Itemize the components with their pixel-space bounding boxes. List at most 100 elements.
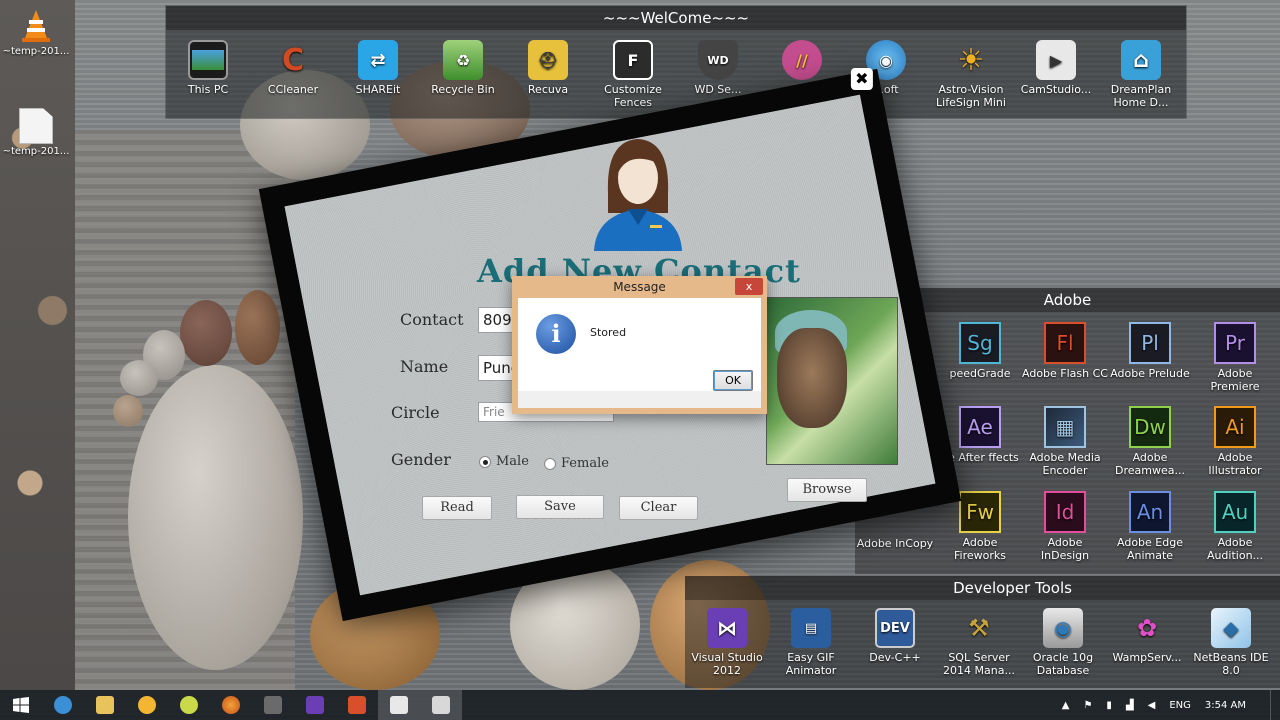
taskbar-explorer[interactable] [84,690,126,720]
tray-overflow-button[interactable]: ▲ [1062,700,1070,711]
desktop-icon-camstudio[interactable]: ▶ CamStudio... [1016,40,1096,96]
taskbar-app-6[interactable] [252,690,294,720]
fence-title[interactable]: Developer Tools [685,576,1280,600]
desktop-icon-recuva[interactable]: ⛑ Recuva [508,40,588,96]
fence-welcome[interactable]: ~~~WelCome~~~ This PC C CCleaner ⇄ SHARE… [165,5,1187,119]
window-icon [390,696,408,714]
taskbar-firefox[interactable] [210,690,252,720]
icon-label: Adobe Illustrator [1208,451,1262,477]
desktop-icon-adobe-incopy[interactable]: Adobe InCopy [853,537,937,550]
photo-face [777,328,847,428]
ok-button[interactable]: OK [713,370,753,391]
icon-label: This PC [187,83,229,96]
wallpaper-stone [180,300,232,366]
desktop-icon-adobe-media-encoder[interactable]: ▦ Adobe Media Encoder [1022,406,1108,477]
desktop-icon-adobe-illustrator[interactable]: Ai Adobe Illustrator [1192,406,1278,477]
icon-label: Customize Fences [604,83,662,109]
media-encoder-icon: ▦ [1044,406,1086,448]
desktop-icon-customize-fences[interactable]: F Customize Fences [593,40,673,109]
taskbar-app-8[interactable] [336,690,378,720]
desktop-icon-adobe-prelude[interactable]: Pl Adobe Prelude [1107,322,1193,380]
window-close-button[interactable]: ✖ [850,68,873,91]
desktop-icon-adobe-edge-animate[interactable]: An Adobe Edge Animate [1107,491,1193,562]
icon-label: NetBeans IDE 8.0 [1193,651,1269,677]
clear-button[interactable]: Clear [619,496,698,520]
taskbar-app-3[interactable] [126,690,168,720]
netbeans-cube-icon: ◆ [1211,608,1251,648]
desktop-icon-wd-security[interactable]: WD WD Se... [678,40,758,96]
icon-label: CCleaner [267,83,319,96]
desktop-icon-easy-gif-animator[interactable]: ▤ Easy GIF Animator [769,608,853,677]
save-button[interactable]: Save [516,495,604,519]
read-button[interactable]: Read [422,496,492,520]
dialog-close-button[interactable]: x [735,278,763,295]
desktop-icon-pink-app[interactable]: // [762,40,842,83]
desktop-icon-shareit[interactable]: ⇄ SHAREit [338,40,418,96]
message-dialog[interactable]: Message x i Stored OK [512,276,767,414]
dialog-title: Message [613,280,666,294]
desktop-icon-adobe-speedgrade[interactable]: Sg peedGrade [937,322,1023,380]
app-icon [138,696,156,714]
desktop-icon-adobe-audition[interactable]: Au Adobe Audition... [1192,491,1278,562]
icon-label: Adobe Edge Animate [1117,536,1183,562]
desktop-icon-adobe-dreamweaver[interactable]: Dw Adobe Dreamwea... [1107,406,1193,477]
tools-icon: ⚒ [968,613,990,642]
desktop-icon-sql-server[interactable]: ⚒ SQL Server 2014 Mana... [937,608,1021,678]
battery-icon[interactable]: ▮ [1106,700,1112,711]
gender-female-radio[interactable]: Female [544,456,609,471]
browse-button[interactable]: Browse [787,478,867,502]
taskbar-visual-studio[interactable] [294,690,336,720]
icon-label: Adobe InDesign [1040,536,1090,562]
start-button[interactable] [0,690,42,720]
premiere-icon: Pr [1214,322,1256,364]
language-indicator[interactable]: ENG [1169,700,1191,711]
network-icon[interactable]: ▟ [1126,700,1134,711]
fence-icon-grid: This PC C CCleaner ⇄ SHAREit ♻ Recycle B… [166,30,1186,120]
icon-label: Adobe Dreamwea... [1115,451,1185,477]
show-desktop-button[interactable] [1270,690,1280,720]
desktop-icon-ccleaner[interactable]: C CCleaner [253,40,333,96]
fence-title[interactable]: ~~~WelCome~~~ [166,6,1186,30]
firefox-icon [222,696,240,714]
desktop-icon-netbeans[interactable]: ◆ NetBeans IDE 8.0 [1189,608,1273,677]
desktop-icon-this-pc[interactable]: This PC [168,40,248,96]
visual-studio-icon [306,696,324,714]
desktop-icon-dreamplan[interactable]: ⌂ DreamPlan Home D... [1101,40,1181,109]
desktop-icon-astro-vision[interactable]: ☀ Astro-Vision LifeSign Mini [931,40,1011,109]
desktop-icon-temp-2[interactable]: ~temp-201... [0,108,72,157]
taskbar-java-app[interactable] [378,690,420,720]
info-icon: i [536,314,576,354]
desktop-icon-oracle-database[interactable]: ◉ Oracle 10g Database [1021,608,1105,677]
fence-developer-tools[interactable]: Developer Tools ⋈ Visual Studio 2012 ▤ E… [685,576,1280,688]
pink-app-icon: // [782,40,822,80]
desktop-icon-label: ~temp-201... [2,146,70,157]
taskbar-ie[interactable] [42,690,84,720]
desktop-icon-recycle-bin[interactable]: ♻ Recycle Bin [423,40,503,96]
desktop-icon-adobe-premiere[interactable]: Pr Adobe Premiere [1192,322,1278,393]
desktop-icon-adobe-indesign[interactable]: Id Adobe InDesign [1022,491,1108,562]
gender-male-radio[interactable]: Male [479,454,529,469]
recuva-icon: ⛑ [528,40,568,80]
database-icon: ◉ [1043,608,1083,648]
fireworks-icon: Fw [959,491,1001,533]
flag-icon[interactable]: ⚑ [1083,700,1092,711]
desktop-wallpaper-pebbles [0,0,75,690]
volume-icon[interactable]: ◀ [1148,700,1156,711]
icon-label: peedGrade [949,367,1011,380]
icon-label: Recycle Bin [431,83,495,96]
taskbar-app-4[interactable] [168,690,210,720]
sun-icon: ☀ [957,42,985,78]
contact-photo [766,297,898,465]
wallpaper-stone [128,365,303,670]
radio-label: Female [561,456,609,471]
icon-label: CamStudio... [1020,83,1092,96]
desktop-icon-adobe-flash[interactable]: Fl Adobe Flash CC [1022,322,1108,380]
clock[interactable]: 3:54 AM [1205,700,1246,711]
taskbar-app-10[interactable] [420,690,462,720]
desktop-icon-visual-studio[interactable]: ⋈ Visual Studio 2012 [685,608,769,677]
dialog-titlebar[interactable]: Message x [512,276,767,298]
desktop-icon-wampserver[interactable]: ✿ WampServ... [1105,608,1189,665]
desktop-icon-dev-cpp[interactable]: DEV Dev-C++ [853,608,937,664]
icon-label: WD Se... [694,83,742,96]
desktop-icon-temp-1[interactable]: ~temp-201... [0,8,72,57]
